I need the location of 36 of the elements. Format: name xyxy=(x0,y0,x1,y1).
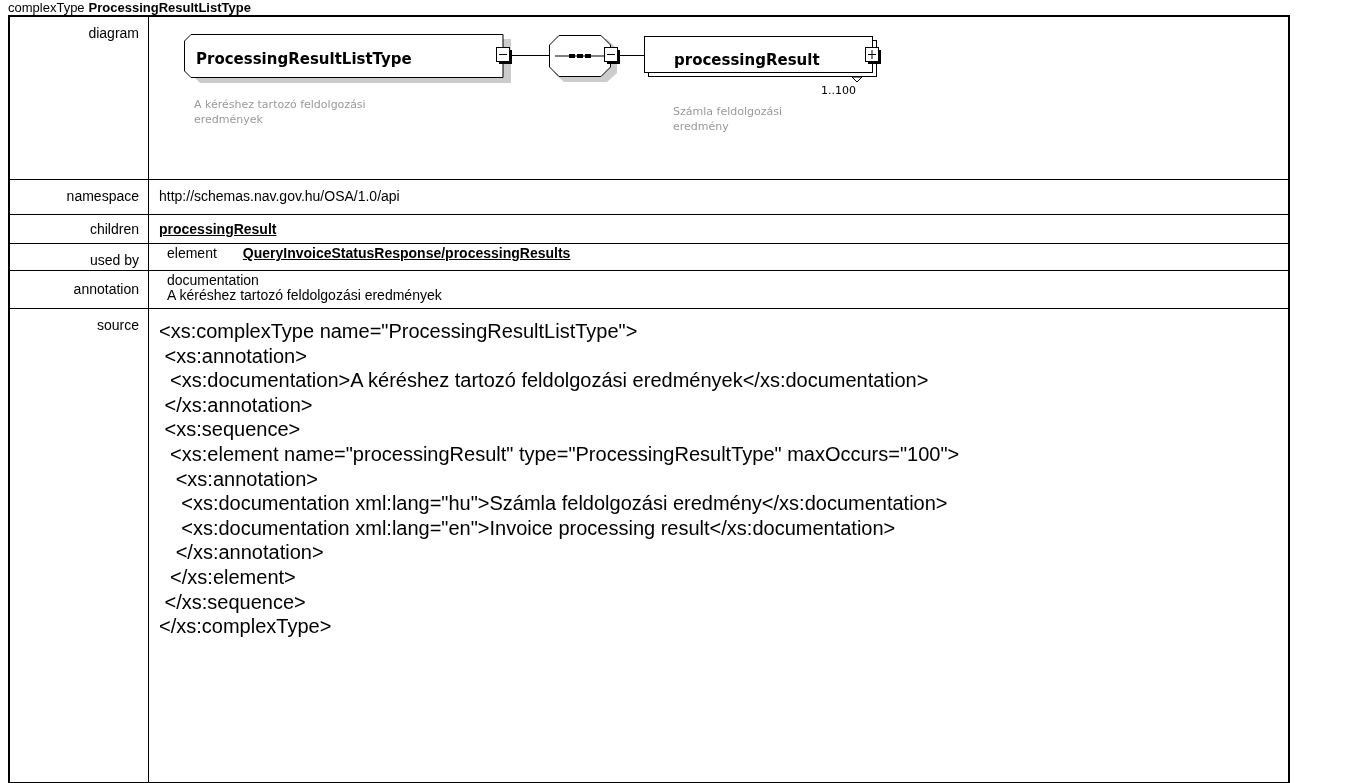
sequence-compositor[interactable] xyxy=(549,35,618,83)
source-line: <xs:element name="processingResult" type="ProcessingResultType" maxOccurs="100"> xyxy=(169,441,961,467)
annotation-text: A kéréshez tartozó feldolgozási eredmények xyxy=(167,288,443,303)
source-line: <xs:documentation xml:lang="en">Invoice processing result</xs:documentation> xyxy=(180,515,897,541)
source-line: <xs:annotation> xyxy=(174,466,319,492)
namespace-value: http://schemas.nav.gov.hu/OSA/1.0/api xyxy=(159,188,400,204)
type-name: ProcessingResultListType xyxy=(196,49,412,70)
source-line: <xs:annotation> xyxy=(163,343,308,369)
heading-kind: complexType xyxy=(8,0,85,15)
source-line: </xs:annotation> xyxy=(174,540,325,565)
collapse-icon[interactable] xyxy=(496,47,513,65)
row-label: annotation xyxy=(73,281,139,297)
row-label: diagram xyxy=(88,25,139,41)
heading-title: ProcessingResultListType xyxy=(88,0,251,15)
row-label: namespace xyxy=(66,188,139,204)
child-link[interactable]: processingResult xyxy=(159,221,277,237)
row-label: used by xyxy=(89,252,139,268)
usage-kind: element xyxy=(167,245,217,261)
source-line: <xs:documentation xml:lang="hu">Számla feldolgozási eredmény</xs:documentation> xyxy=(180,491,949,516)
source-line: <xs:complexType name="ProcessingResultListType"> xyxy=(159,319,639,344)
source-line: <xs:documentation>A kéréshez tartozó feldolgozási eredmények</xs:documentation> xyxy=(169,368,930,393)
occurrence-range: 1..100 xyxy=(821,84,856,97)
element-name: processingResult xyxy=(674,49,820,71)
annotation-kind: documentation xyxy=(167,273,260,288)
collapse-icon[interactable] xyxy=(604,47,621,65)
source-line: </xs:element> xyxy=(169,564,297,590)
source-line: </xs:complexType> xyxy=(159,614,333,639)
expand-icon[interactable] xyxy=(865,47,882,65)
source-line: </xs:annotation> xyxy=(163,392,314,418)
row-label: source xyxy=(96,317,139,333)
row-label: children xyxy=(89,221,139,237)
used-by-link[interactable]: QueryInvoiceStatusResponse/processingResults xyxy=(242,245,571,261)
type-description: A kéréshez tartozó feldolgozási eredmények xyxy=(194,97,367,127)
element-description: Számla feldolgozási eredmény xyxy=(673,104,783,134)
source-line: </xs:sequence> xyxy=(163,589,307,615)
source-line: <xs:sequence> xyxy=(163,417,302,442)
